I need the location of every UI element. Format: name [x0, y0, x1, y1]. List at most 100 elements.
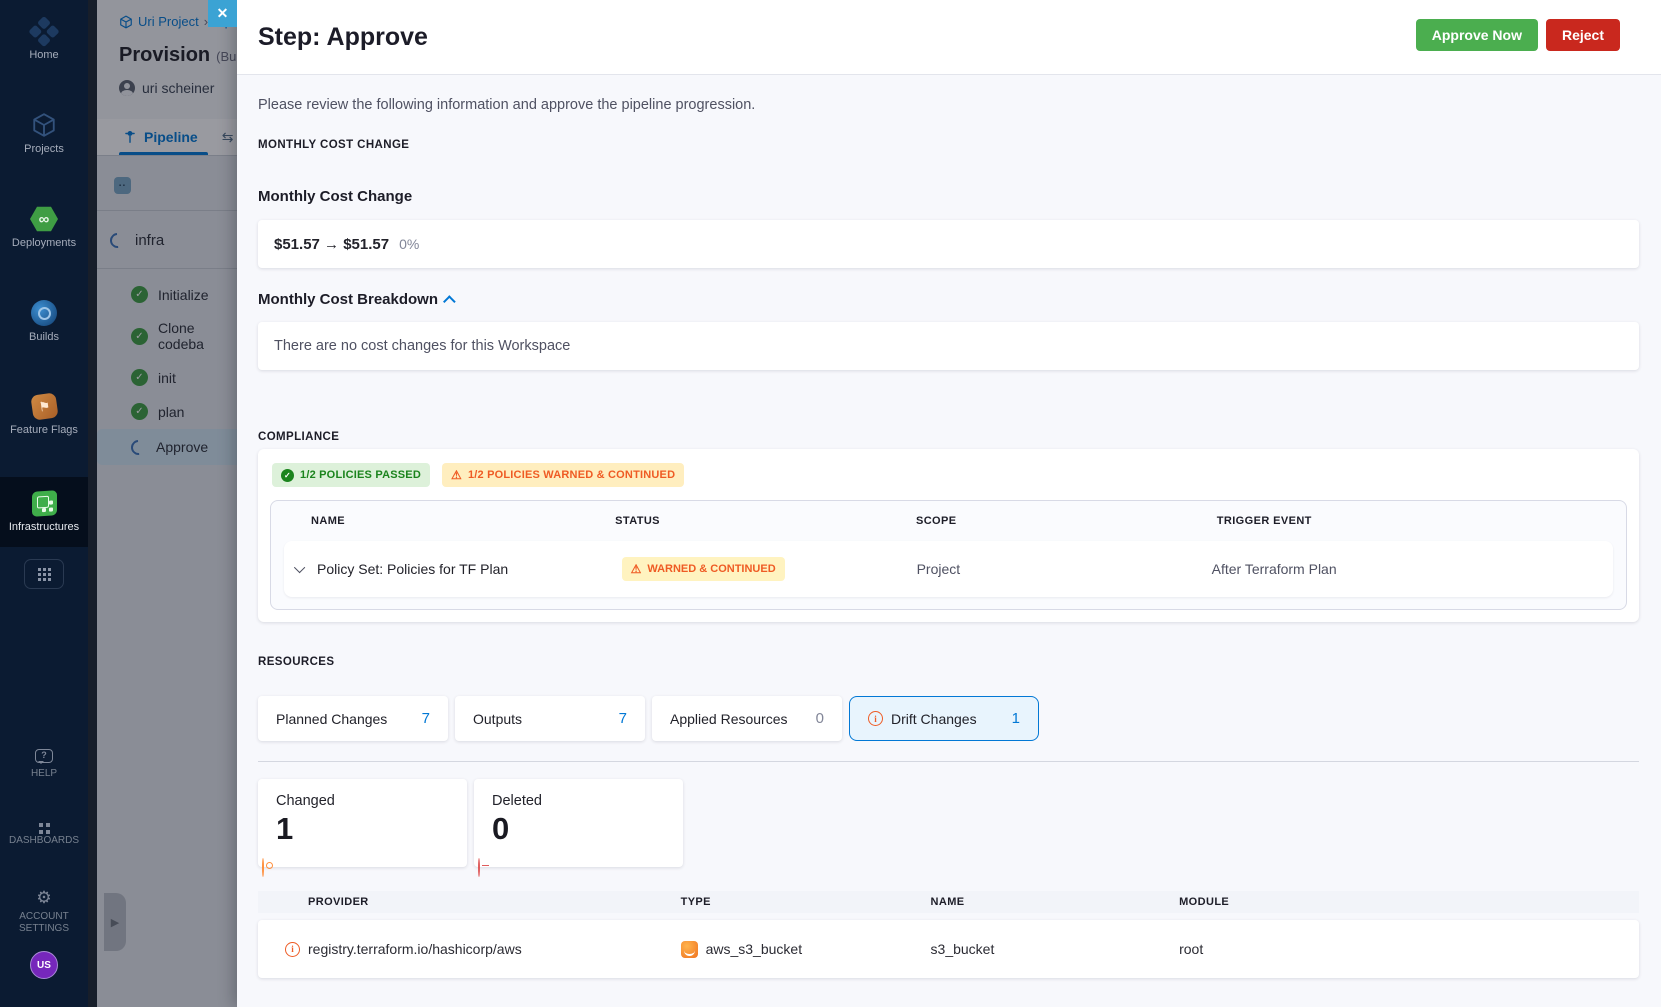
column-header: SCOPE [915, 515, 957, 527]
deleted-summary-card: Deleted 0 [474, 779, 683, 877]
column-header: NAME [311, 515, 345, 527]
policy-table-row[interactable]: Policy Set: Policies for TF Plan WARNED … [284, 541, 1613, 597]
cost-breakdown-heading: Monthly Cost Breakdown [258, 291, 439, 308]
tab-outputs[interactable]: Outputs 7 [455, 696, 645, 741]
policies-passed-badge: 1/2 POLICIES PASSED [272, 463, 430, 487]
sidebar-item-label: HELP [30, 768, 58, 779]
deleted-count: 0 [492, 811, 510, 846]
cost-change-value: $51.57 → $51.57 [274, 235, 390, 253]
approval-intro-text: Please review the following information … [258, 97, 756, 113]
background-page: Uri Project › Pipeli Provision(Build uri… [88, 0, 237, 1007]
drift-summary-cards: Changed 1 Deleted 0 [258, 779, 1639, 877]
deployments-icon: ∞ [30, 206, 58, 232]
resources-section-label: RESOURCES [258, 656, 335, 668]
column-header: TRIGGER EVENT [1216, 515, 1312, 527]
sidebar-item-account-settings[interactable]: ⚙ ACCOUNT SETTINGS [0, 879, 88, 945]
warned-continued-badge: WARNED & CONTINUED [621, 557, 785, 581]
policies-passed-label: 1/2 POLICIES PASSED [300, 469, 421, 481]
compliance-badges: 1/2 POLICIES PASSED 1/2 POLICIES WARNED … [270, 463, 1627, 487]
resource-tab-label: Outputs [473, 710, 523, 727]
policy-scope: Project [916, 561, 961, 577]
sidebar-item-label: Infrastructures [8, 521, 80, 533]
tab-applied-resources[interactable]: Applied Resources 0 [652, 696, 842, 741]
drift-name: s3_bucket [930, 941, 995, 957]
policy-trigger-event: After Terraform Plan [1211, 561, 1337, 577]
sidebar-item-projects[interactable]: Projects [0, 102, 88, 165]
infrastructures-icon [31, 490, 57, 517]
sidebar-item-home[interactable]: Home [0, 8, 88, 71]
close-icon [217, 5, 229, 21]
column-header: TYPE [680, 896, 711, 908]
resource-tab-count: 0 [815, 710, 824, 727]
sidebar-item-label: Builds [29, 331, 59, 343]
policy-set-name: Policy Set: Policies for TF Plan [317, 561, 509, 577]
sidebar-item-deployments[interactable]: ∞ Deployments [0, 196, 88, 259]
policy-table: NAME STATUS SCOPE TRIGGER EVENT Policy S… [270, 500, 1627, 610]
changed-circle-icon [262, 858, 264, 877]
column-header: PROVIDER [308, 896, 369, 908]
home-icon [28, 15, 60, 48]
resource-tab-count: 7 [618, 710, 627, 727]
sidebar-item-builds[interactable]: Builds [0, 290, 88, 353]
cost-change-heading: Monthly Cost Change [258, 188, 413, 205]
user-avatar[interactable]: US [30, 951, 58, 979]
drift-table-row[interactable]: registry.terraform.io/hashicorp/aws aws_… [258, 920, 1639, 978]
drawer-header: Step: Approve Approve Now Reject [237, 0, 1661, 75]
cost-breakdown-toggle[interactable]: Monthly Cost Breakdown [258, 291, 1639, 308]
reject-button[interactable]: Reject [1545, 19, 1620, 51]
drift-info-icon [285, 941, 300, 957]
drift-type: aws_s3_bucket [705, 941, 803, 957]
sidebar-item-feature-flags[interactable]: ⚑ Feature Flags [0, 384, 88, 446]
drawer-body: Please review the following information … [237, 76, 1661, 1007]
sidebar-item-label: Home [29, 49, 59, 61]
resource-tabs: Planned Changes 7 Outputs 7 Applied Reso… [258, 696, 1639, 741]
check-icon [281, 468, 294, 482]
cost-breakdown-empty-text: There are no cost changes for this Works… [274, 338, 571, 354]
column-header: NAME [930, 896, 965, 908]
column-header: MODULE [1179, 896, 1230, 908]
tab-drift-changes[interactable]: Drift Changes 1 [849, 696, 1039, 741]
policies-warned-label: 1/2 POLICIES WARNED & CONTINUED [467, 469, 676, 481]
dashboards-icon [39, 823, 43, 827]
resource-tab-count: 1 [1011, 710, 1020, 727]
drift-provider: registry.terraform.io/hashicorp/aws [308, 941, 522, 957]
drift-module: root [1179, 941, 1204, 957]
left-nav-sidebar: Home Projects ∞ Deployments Builds ⚑ Fea… [0, 0, 88, 1007]
resource-tab-label: Planned Changes [276, 710, 388, 727]
sidebar-item-label: ACCOUNT SETTINGS [18, 911, 69, 934]
projects-cube-icon [31, 112, 57, 138]
builds-icon [31, 300, 57, 326]
resource-tab-label: Drift Changes [891, 710, 977, 727]
sidebar-item-label: DASHBOARDS [8, 835, 79, 846]
compliance-section-label: COMPLIANCE [258, 431, 340, 443]
drawer-title: Step: Approve [258, 22, 428, 51]
divider [258, 761, 1639, 762]
sidebar-item-infrastructures[interactable]: Infrastructures [0, 477, 88, 547]
feature-flags-icon: ⚑ [29, 392, 59, 421]
approve-step-drawer: Step: Approve Approve Now Reject Please … [208, 0, 1661, 1007]
aws-provider-icon [680, 940, 698, 958]
cost-breakdown-empty-card: There are no cost changes for this Works… [258, 322, 1639, 370]
sidebar-item-help[interactable]: ? HELP [0, 739, 88, 790]
changed-label: Changed [276, 793, 335, 809]
changed-summary-card: Changed 1 [258, 779, 467, 877]
chevron-up-icon [443, 295, 456, 308]
deleted-minus-icon [478, 858, 480, 877]
approve-now-button[interactable]: Approve Now [1415, 19, 1538, 51]
policies-warned-badge: 1/2 POLICIES WARNED & CONTINUED [441, 463, 685, 487]
cost-change-percent: 0% [399, 236, 420, 252]
tab-planned-changes[interactable]: Planned Changes 7 [258, 696, 448, 741]
policy-table-header: NAME STATUS SCOPE TRIGGER EVENT [271, 501, 1626, 541]
close-drawer-button[interactable] [208, 0, 237, 27]
chevron-down-icon[interactable] [293, 561, 306, 574]
compliance-card: 1/2 POLICIES PASSED 1/2 POLICIES WARNED … [258, 449, 1639, 622]
cost-section-label: MONTHLY COST CHANGE [258, 139, 410, 151]
sidebar-item-dashboards[interactable]: DASHBOARDS [0, 812, 88, 857]
drift-table-header: PROVIDER TYPE NAME MODULE [258, 891, 1639, 913]
app-root: Home Projects ∞ Deployments Builds ⚑ Fea… [0, 0, 1661, 1007]
cost-change-card: $51.57 → $51.57 0% [258, 220, 1639, 268]
grid-icon [37, 567, 41, 571]
gear-icon: ⚙ [36, 888, 52, 907]
module-picker-button[interactable] [24, 559, 64, 589]
resource-tab-count: 7 [421, 710, 430, 727]
